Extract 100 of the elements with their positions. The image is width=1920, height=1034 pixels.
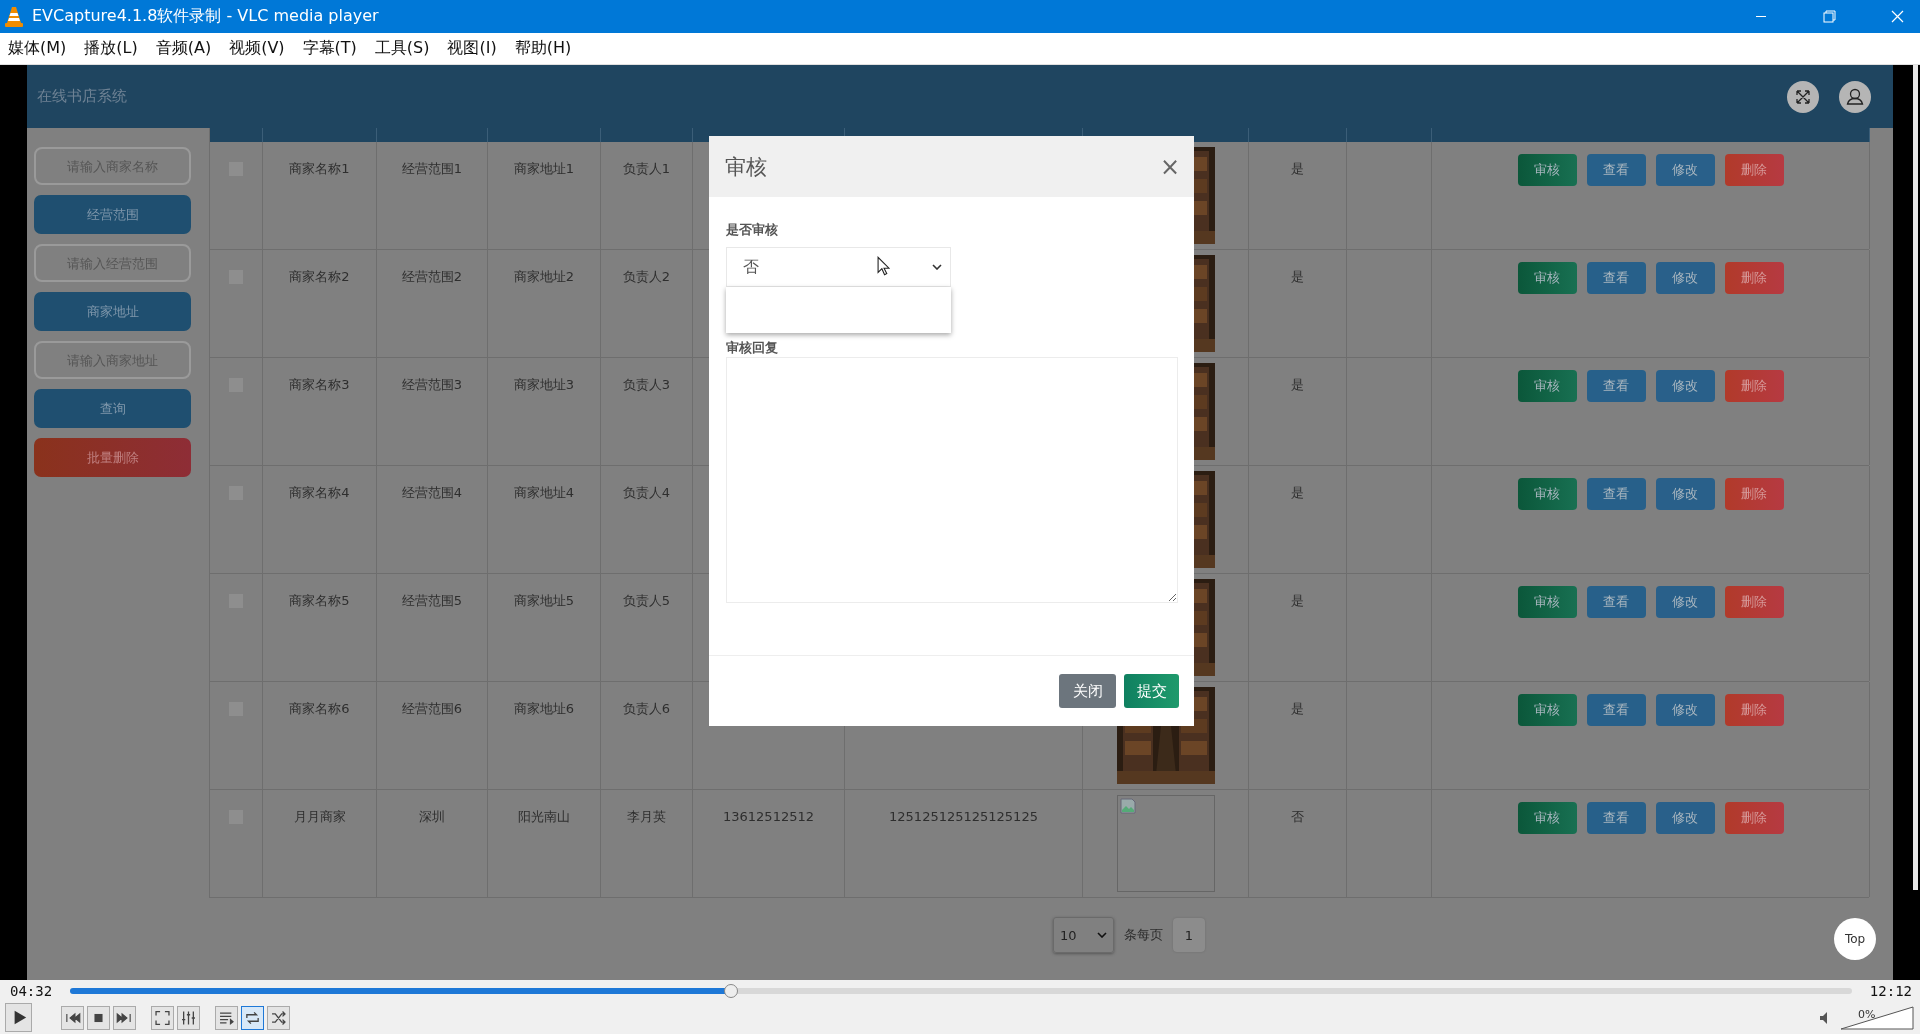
edit-button[interactable]: 修改: [1655, 802, 1715, 834]
table-cell: 阳光南山: [518, 808, 570, 826]
table-cell: 经营范围2: [401, 268, 463, 286]
close-button[interactable]: ×: [1159, 152, 1180, 181]
table-cell: 负责人3: [622, 376, 671, 394]
table-cell: 商家地址3: [513, 376, 575, 394]
audit-button[interactable]: 审核: [1517, 802, 1577, 834]
field-label: 是否审核: [726, 221, 779, 239]
scrollbar[interactable]: [1913, 65, 1918, 890]
view-button[interactable]: 查看: [1586, 154, 1646, 186]
table-cell: 经营范围5: [401, 592, 463, 610]
stop-icon[interactable]: [87, 1005, 110, 1030]
edit-button[interactable]: 修改: [1655, 694, 1715, 726]
reply-field[interactable]: [726, 357, 1178, 603]
delete-button[interactable]: 删除: [1724, 802, 1784, 834]
table-cell: 深圳: [419, 808, 445, 826]
table-cell: 负责人4: [622, 484, 671, 502]
menu-item[interactable]: 媒体(M): [2, 38, 73, 59]
delete-button[interactable]: 批量删除: [34, 438, 191, 477]
field-label: 审核回复: [726, 339, 779, 357]
edit-button[interactable]: 修改: [1655, 370, 1715, 402]
traffic-cone-icon: [4, 5, 24, 28]
view-button[interactable]: 查看: [1586, 802, 1646, 834]
edit-button[interactable]: 修改: [1655, 586, 1715, 618]
table-cell: 李月英: [627, 808, 666, 826]
menu-item[interactable]: 播放(L): [78, 38, 144, 59]
audit-button[interactable]: 审核: [1517, 370, 1577, 402]
table-cell: 商家名称5: [289, 592, 350, 610]
submit-button[interactable]: 提交: [1124, 674, 1179, 708]
menu-item[interactable]: 字幕(T): [296, 38, 363, 59]
menu-item[interactable]: 帮助(H): [508, 38, 578, 59]
table-cell: 商家地址2: [513, 268, 575, 286]
table-cell: 商家名称4: [289, 484, 350, 502]
equalizer-icon[interactable]: [177, 1005, 200, 1030]
previous-icon[interactable]: [61, 1005, 84, 1030]
delete-button[interactable]: 删除: [1724, 154, 1784, 186]
menu-item[interactable]: 视频(V): [223, 38, 291, 59]
table-cell: 否: [1291, 808, 1304, 826]
fullscreen-icon[interactable]: [1787, 80, 1819, 113]
view-button[interactable]: 查看: [1586, 478, 1646, 510]
table-cell: 负责人6: [622, 700, 671, 718]
play-icon[interactable]: [5, 1003, 32, 1032]
table-cell: 商家名称6: [289, 700, 350, 718]
sidebar-button[interactable]: 查询: [34, 389, 191, 428]
menu-item[interactable]: 视图(I): [441, 38, 503, 59]
table-cell: 月月商家: [293, 808, 346, 826]
delete-button[interactable]: 删除: [1724, 478, 1784, 510]
table-cell: 是: [1291, 700, 1304, 718]
caret-icon: [932, 264, 942, 270]
table-cell: 是: [1291, 268, 1304, 286]
volume-slider[interactable]: 0%: [1840, 1005, 1914, 1030]
select-field[interactable]: 否: [726, 247, 951, 287]
sidebar-button[interactable]: 商家地址: [34, 292, 191, 331]
window-title: EVCapture4.1.8软件录制 - VLC media player: [32, 6, 380, 27]
shuffle-icon[interactable]: [267, 1005, 290, 1030]
view-button[interactable]: 查看: [1586, 262, 1646, 294]
user-icon[interactable]: [1839, 80, 1871, 113]
edit-button[interactable]: 修改: [1655, 262, 1715, 294]
table-cell: 是: [1291, 484, 1304, 502]
total-time: 12:12: [1869, 982, 1912, 999]
delete-button[interactable]: 删除: [1724, 370, 1784, 402]
audit-button[interactable]: 审核: [1517, 154, 1577, 186]
view-button[interactable]: 查看: [1586, 586, 1646, 618]
delete-button[interactable]: 删除: [1724, 586, 1784, 618]
edit-button[interactable]: 修改: [1655, 154, 1715, 186]
table-cell: 商家地址4: [513, 484, 575, 502]
table-cell: 经营范围4: [401, 484, 463, 502]
page-size-select[interactable]: 10: [1053, 917, 1114, 953]
fullscreen-icon[interactable]: [151, 1005, 174, 1030]
table-cell: 商家名称2: [289, 268, 350, 286]
view-button[interactable]: 查看: [1586, 694, 1646, 726]
view-button[interactable]: 查看: [1586, 370, 1646, 402]
table-cell: 负责人2: [622, 268, 671, 286]
back-to-top-button[interactable]: Top: [1834, 918, 1876, 960]
playlist-icon[interactable]: [215, 1005, 238, 1030]
menu-item[interactable]: 音频(A): [149, 38, 218, 59]
seek-handle[interactable]: [724, 983, 739, 998]
page-button[interactable]: 1: [1173, 918, 1205, 952]
table-cell: 经营范围1: [401, 160, 463, 178]
audit-button[interactable]: 审核: [1517, 694, 1577, 726]
delete-button[interactable]: 删除: [1724, 694, 1784, 726]
table-cell: 商家名称1: [289, 160, 350, 178]
table-cell: 商家地址6: [513, 700, 575, 718]
caret-icon: [1097, 932, 1107, 938]
elapsed-time: 04:32: [10, 982, 53, 999]
table-cell: 负责人5: [622, 592, 671, 610]
close-button[interactable]: 关闭: [1059, 674, 1116, 708]
loop-icon[interactable]: [241, 1005, 264, 1030]
audit-button[interactable]: 审核: [1517, 586, 1577, 618]
table-cell: 商家名称3: [289, 376, 350, 394]
next-icon[interactable]: [113, 1005, 136, 1030]
dialog-title: 审核: [725, 153, 767, 181]
table-cell: 是: [1291, 160, 1304, 178]
edit-button[interactable]: 修改: [1655, 478, 1715, 510]
audit-button[interactable]: 审核: [1517, 478, 1577, 510]
menu-item[interactable]: 工具(S): [368, 38, 436, 59]
sidebar-button[interactable]: 经营范围: [34, 195, 191, 234]
delete-button[interactable]: 删除: [1724, 262, 1784, 294]
per-page-label: 条每页: [1124, 926, 1163, 944]
audit-button[interactable]: 审核: [1517, 262, 1577, 294]
